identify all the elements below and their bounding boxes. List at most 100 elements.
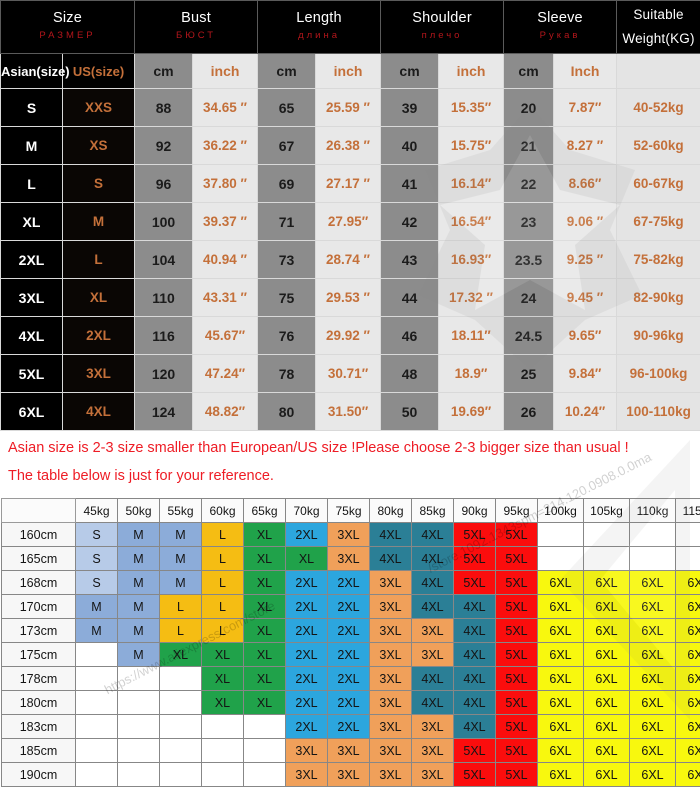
matrix-size-cell: 6XL bbox=[630, 691, 676, 715]
cell-shoulder-cm: 50 bbox=[381, 393, 439, 431]
matrix-size-cell: 4XL bbox=[454, 595, 496, 619]
cell-weight: 96-100kg bbox=[617, 355, 700, 393]
cell-us: L bbox=[63, 241, 135, 279]
cell-bust-cm: 88 bbox=[135, 89, 193, 127]
cell-us: 2XL bbox=[63, 317, 135, 355]
matrix-size-cell: 6XL bbox=[676, 715, 700, 739]
matrix-size-cell: 6XL bbox=[630, 739, 676, 763]
matrix-size-cell: 2XL bbox=[286, 571, 328, 595]
matrix-empty-cell bbox=[538, 523, 584, 547]
matrix-height-header: 178cm bbox=[2, 667, 76, 691]
matrix-size-cell: 6XL bbox=[584, 739, 630, 763]
matrix-size-cell: XL bbox=[244, 619, 286, 643]
notice-line-1: Asian size is 2-3 size smaller than Euro… bbox=[8, 439, 694, 459]
matrix-size-cell: M bbox=[118, 643, 160, 667]
cell-sleeve-cm: 25 bbox=[504, 355, 554, 393]
matrix-size-cell: 5XL bbox=[496, 715, 538, 739]
matrix-size-cell: 6XL bbox=[630, 643, 676, 667]
matrix-empty-cell bbox=[76, 763, 118, 787]
cell-asian: L bbox=[1, 165, 63, 203]
cell-sleeve-in: 9.25 ″ bbox=[554, 241, 617, 279]
matrix-size-cell: 3XL bbox=[370, 595, 412, 619]
cell-shoulder-cm: 43 bbox=[381, 241, 439, 279]
matrix-size-cell: 6XL bbox=[676, 595, 700, 619]
cell-length-cm: 76 bbox=[258, 317, 316, 355]
cell-shoulder-in: 17.32 ″ bbox=[439, 279, 504, 317]
matrix-size-cell: 3XL bbox=[370, 691, 412, 715]
matrix-size-cell: 3XL bbox=[328, 763, 370, 787]
matrix-size-cell: 5XL bbox=[496, 547, 538, 571]
matrix-size-cell: 6XL bbox=[584, 595, 630, 619]
matrix-size-cell: XL bbox=[202, 691, 244, 715]
matrix-height-header: 190cm bbox=[2, 763, 76, 787]
group-header-weight-line2: Weight(KG) bbox=[617, 27, 700, 51]
matrix-size-cell: XL bbox=[244, 595, 286, 619]
matrix-empty-cell bbox=[584, 523, 630, 547]
matrix-size-cell: 5XL bbox=[454, 571, 496, 595]
matrix-size-cell: 6XL bbox=[584, 643, 630, 667]
matrix-size-cell: 5XL bbox=[454, 523, 496, 547]
cell-sleeve-in: 9.06 ″ bbox=[554, 203, 617, 241]
matrix-size-cell: 2XL bbox=[286, 595, 328, 619]
group-header-shoulder-en: Shoulder bbox=[381, 9, 503, 27]
matrix-size-cell: 5XL bbox=[496, 643, 538, 667]
cell-shoulder-cm: 44 bbox=[381, 279, 439, 317]
unit-bust-inch: inch bbox=[193, 54, 258, 89]
group-header-weight-line1: Suitable bbox=[617, 3, 700, 27]
matrix-height-header: 185cm bbox=[2, 739, 76, 763]
matrix-size-cell: 2XL bbox=[328, 595, 370, 619]
matrix-size-cell: 2XL bbox=[286, 667, 328, 691]
group-header-length-en: Length bbox=[258, 9, 380, 27]
matrix-size-cell: 5XL bbox=[496, 763, 538, 787]
cell-bust-in: 36.22 ″ bbox=[193, 127, 258, 165]
matrix-height-header: 173cm bbox=[2, 619, 76, 643]
matrix-empty-cell bbox=[118, 739, 160, 763]
unit-length-inch: inch bbox=[316, 54, 381, 89]
cell-shoulder-in: 16.14″ bbox=[439, 165, 504, 203]
matrix-size-cell: 2XL bbox=[328, 643, 370, 667]
matrix-height-header: 183cm bbox=[2, 715, 76, 739]
matrix-row: 175cmMXLXLXL2XL2XL3XL3XL4XL5XL6XL6XL6XL6… bbox=[2, 643, 700, 667]
matrix-size-cell: 4XL bbox=[370, 523, 412, 547]
cell-shoulder-in: 19.69″ bbox=[439, 393, 504, 431]
matrix-size-cell: M bbox=[76, 595, 118, 619]
cell-sleeve-in: 8.27 ″ bbox=[554, 127, 617, 165]
matrix-row: 160cmSMMLXL2XL3XL4XL4XL5XL5XL bbox=[2, 523, 700, 547]
matrix-empty-cell bbox=[244, 739, 286, 763]
matrix-size-cell: XL bbox=[244, 571, 286, 595]
cell-bust-cm: 96 bbox=[135, 165, 193, 203]
matrix-size-cell: 3XL bbox=[370, 715, 412, 739]
matrix-empty-cell bbox=[676, 523, 700, 547]
cell-length-in: 27.17 ″ bbox=[316, 165, 381, 203]
matrix-size-cell: XL bbox=[286, 547, 328, 571]
cell-weight: 90-96kg bbox=[617, 317, 700, 355]
cell-sleeve-cm: 24 bbox=[504, 279, 554, 317]
matrix-size-cell: 6XL bbox=[584, 691, 630, 715]
cell-us: XXS bbox=[63, 89, 135, 127]
matrix-size-cell: XL bbox=[244, 547, 286, 571]
matrix-weight-header: 85kg bbox=[412, 499, 454, 523]
matrix-size-cell: 6XL bbox=[630, 595, 676, 619]
matrix-empty-cell bbox=[202, 739, 244, 763]
matrix-size-cell: 5XL bbox=[496, 595, 538, 619]
cell-sleeve-cm: 22 bbox=[504, 165, 554, 203]
table-row: XLM10039.37 ″7127.95″4216.54″239.06 ″67-… bbox=[1, 203, 700, 241]
cell-sleeve-in: 9.84″ bbox=[554, 355, 617, 393]
matrix-body: 160cmSMMLXL2XL3XL4XL4XL5XL5XL165cmSMMLXL… bbox=[2, 523, 700, 787]
matrix-size-cell: 6XL bbox=[630, 619, 676, 643]
matrix-size-cell: S bbox=[76, 523, 118, 547]
matrix-size-cell: 3XL bbox=[370, 571, 412, 595]
cell-length-cm: 80 bbox=[258, 393, 316, 431]
matrix-height-header: 160cm bbox=[2, 523, 76, 547]
matrix-empty-cell bbox=[76, 643, 118, 667]
cell-asian: 4XL bbox=[1, 317, 63, 355]
matrix-size-cell: 6XL bbox=[676, 691, 700, 715]
matrix-weight-header: 90kg bbox=[454, 499, 496, 523]
matrix-size-cell: M bbox=[118, 571, 160, 595]
cell-sleeve-cm: 26 bbox=[504, 393, 554, 431]
matrix-size-cell: XL bbox=[244, 667, 286, 691]
group-header-sleeve-ru: Рукав bbox=[504, 27, 616, 45]
size-table-unit-row: Asian(size) US(size) cm inch cm inch cm … bbox=[1, 54, 700, 89]
cell-bust-in: 40.94 ″ bbox=[193, 241, 258, 279]
cell-bust-cm: 100 bbox=[135, 203, 193, 241]
